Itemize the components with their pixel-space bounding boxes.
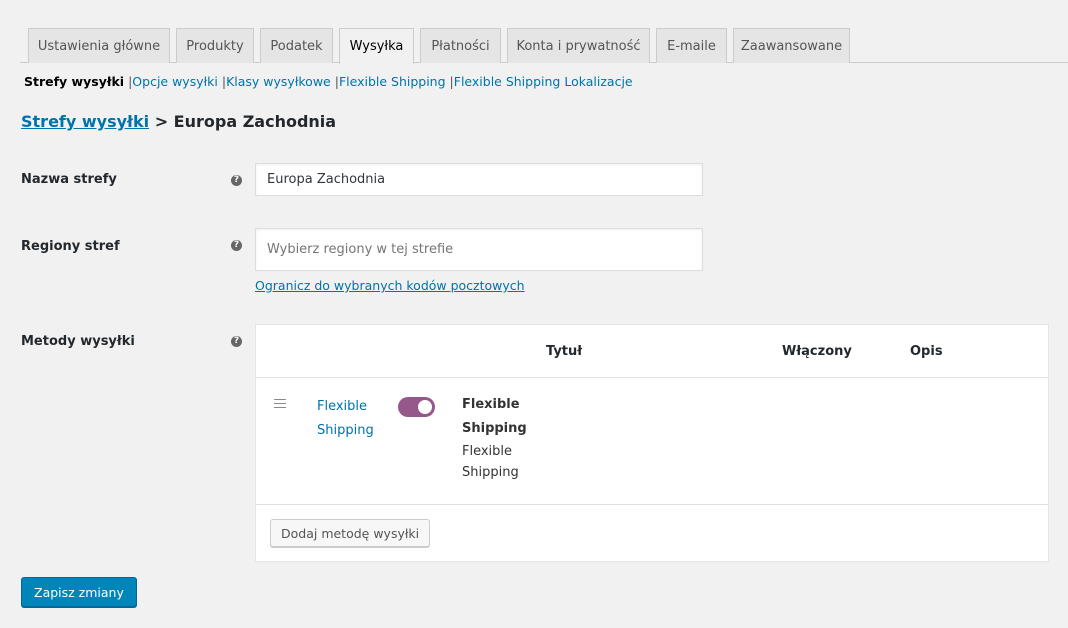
tab-products[interactable]: Produkty	[176, 28, 254, 63]
table-header: Tytuł Włączony Opis	[256, 325, 1048, 378]
breadcrumb: Strefy wysyłki > Europa Zachodnia	[21, 112, 336, 131]
settings-tabs: Ustawienia główne Produkty Podatek Wysył…	[20, 28, 1068, 64]
column-enabled: Włączony	[782, 344, 852, 359]
limit-postcodes-link[interactable]: Ogranicz do wybranych kodów pocztowych	[255, 278, 525, 293]
breadcrumb-parent-link[interactable]: Strefy wysyłki	[21, 112, 149, 131]
toggle-knob	[418, 400, 432, 414]
help-icon[interactable]: ?	[231, 336, 242, 347]
tab-shipping[interactable]: Wysyłka	[339, 28, 414, 64]
column-title: Tytuł	[546, 344, 583, 359]
tab-accounts-privacy[interactable]: Konta i prywatność	[507, 28, 650, 63]
subnav-link-shipping-options[interactable]: Opcje wysyłki	[132, 74, 218, 89]
tab-emails[interactable]: E-maile	[656, 28, 727, 63]
method-description: Flexible Shipping	[462, 444, 519, 480]
zone-name-label: Nazwa strefy	[21, 172, 117, 187]
subnav-link-flexible-shipping-locations[interactable]: Flexible Shipping Lokalizacje	[454, 74, 633, 89]
help-icon[interactable]: ?	[231, 240, 242, 251]
shipping-subnav: Strefy wysyłki |Opcje wysyłki |Klasy wys…	[24, 74, 633, 89]
page-title: Europa Zachodnia	[173, 112, 337, 131]
save-changes-button[interactable]: Zapisz zmiany	[21, 577, 137, 607]
tab-tax[interactable]: Podatek	[260, 28, 333, 63]
subnav-link-shipping-classes[interactable]: Klasy wysyłkowe	[226, 74, 331, 89]
shipping-methods-table: Tytuł Włączony Opis Flexible Shipping Fl…	[255, 324, 1049, 562]
breadcrumb-separator: >	[154, 112, 169, 131]
add-shipping-method-button[interactable]: Dodaj metodę wysyłki	[270, 519, 431, 547]
tab-payments[interactable]: Płatności	[420, 28, 501, 63]
zone-regions-label: Regiony stref	[21, 239, 120, 254]
method-name: Flexible Shipping	[462, 397, 527, 436]
zone-name-input[interactable]: Europa Zachodnia	[255, 163, 703, 196]
method-title-link[interactable]: Flexible Shipping	[317, 395, 397, 443]
drag-handle-icon[interactable]	[274, 399, 286, 411]
help-icon[interactable]: ?	[231, 175, 242, 186]
tab-general[interactable]: Ustawienia główne	[28, 28, 170, 63]
table-row: Flexible Shipping Flexible Shipping Flex…	[256, 378, 1048, 505]
tab-advanced[interactable]: Zaawansowane	[733, 28, 850, 63]
subnav-current: Strefy wysyłki	[24, 74, 125, 89]
method-enabled-toggle[interactable]	[398, 397, 435, 417]
shipping-methods-label: Metody wysyłki	[21, 334, 135, 349]
column-description: Opis	[910, 344, 943, 359]
zone-regions-select[interactable]: Wybierz regiony w tej strefie	[255, 228, 703, 271]
subnav-link-flexible-shipping[interactable]: Flexible Shipping	[339, 74, 446, 89]
